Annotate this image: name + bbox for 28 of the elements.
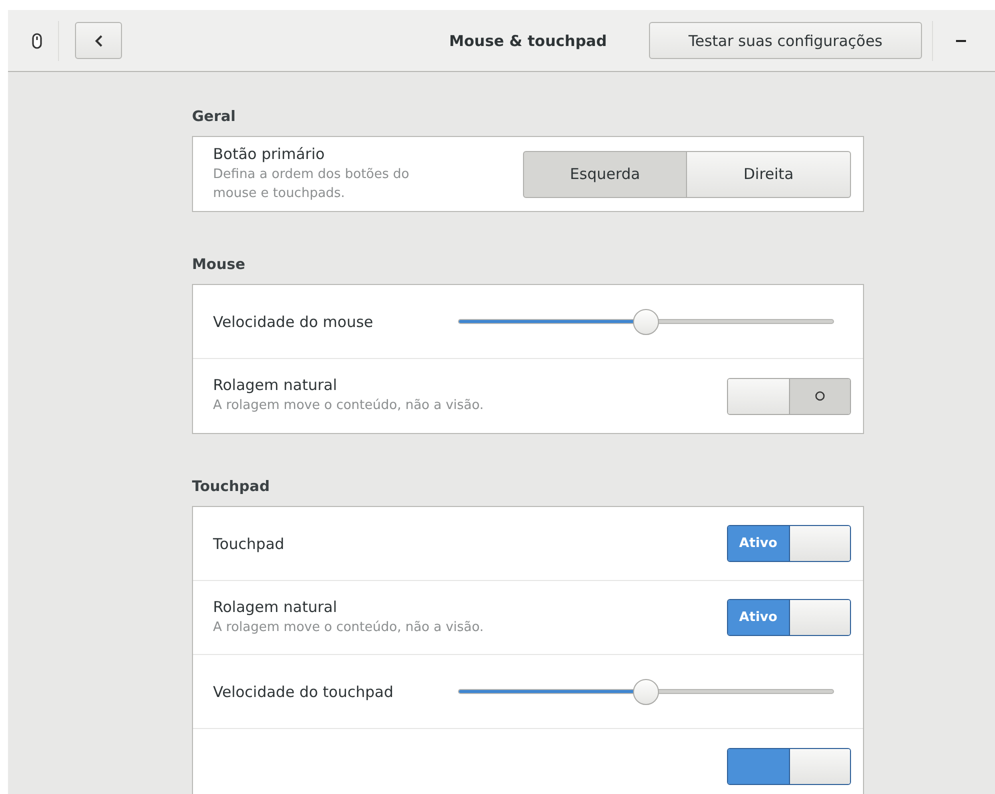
- test-settings-button[interactable]: Testar suas configurações: [649, 22, 922, 59]
- setting-label: Touchpad: [213, 534, 286, 552]
- window-title: Mouse & touchpad: [448, 32, 608, 50]
- section-heading: Geral: [192, 109, 237, 125]
- toggle-switch[interactable]: [727, 748, 851, 784]
- toggle-switch[interactable]: [727, 378, 851, 414]
- mouse-icon: [32, 32, 42, 48]
- minimize-icon: [956, 40, 966, 42]
- setting-label: Rolagem natural: [213, 376, 338, 394]
- slider[interactable]: [458, 678, 834, 704]
- section-heading: Mouse: [192, 257, 246, 273]
- setting-description: Defina a ordem dos botões do mouse e touchpads.: [213, 166, 410, 202]
- switch-state-label: Ativo: [739, 610, 778, 625]
- switch-state-label: Ativo: [739, 536, 778, 551]
- setting-label: Rolagem natural: [213, 598, 338, 616]
- option-button[interactable]: Direita: [687, 150, 851, 198]
- setting-label: Botão primário: [213, 145, 326, 164]
- circle-icon: [814, 391, 825, 401]
- option-button[interactable]: Esquerda: [523, 150, 687, 198]
- setting-label: Velocidade do touchpad: [213, 682, 394, 700]
- slider-thumb[interactable]: [633, 308, 659, 334]
- slider-thumb[interactable]: [633, 678, 659, 704]
- back-button[interactable]: [75, 22, 122, 59]
- setting-label: Velocidade do mouse: [213, 312, 374, 330]
- slider[interactable]: [458, 308, 834, 334]
- section-heading: Touchpad: [192, 479, 271, 495]
- setting-description: A rolagem move o conteúdo, não a visão.: [213, 397, 485, 416]
- setting-description: A rolagem move o conteúdo, não a visão.: [213, 618, 485, 637]
